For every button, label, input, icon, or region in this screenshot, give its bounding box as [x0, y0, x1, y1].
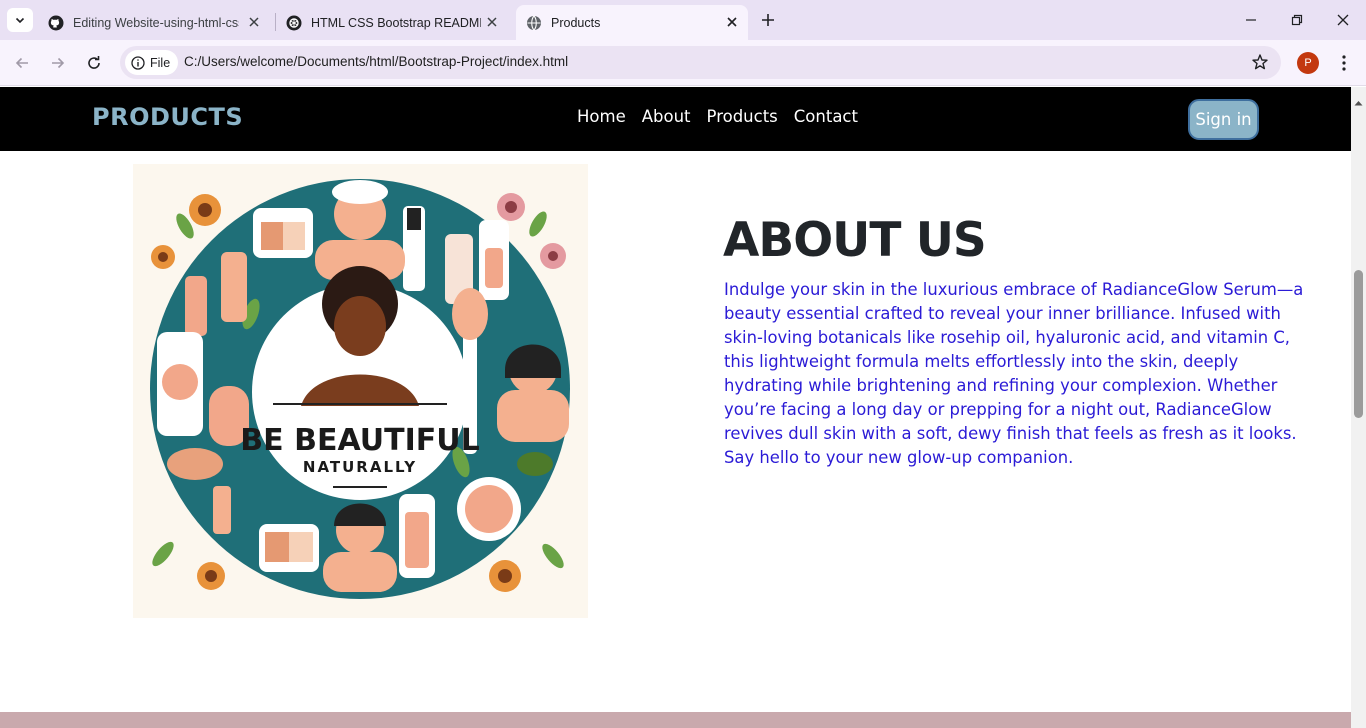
- close-icon[interactable]: [724, 14, 740, 30]
- url-text[interactable]: C:/Users/welcome/Documents/html/Bootstra…: [184, 54, 568, 69]
- info-icon: [131, 55, 145, 70]
- browser-menu-button[interactable]: [1334, 51, 1354, 75]
- forward-button[interactable]: [46, 51, 70, 75]
- reload-button[interactable]: [82, 51, 106, 75]
- tab-readme[interactable]: HTML CSS Bootstrap README: [276, 5, 508, 40]
- globe-icon: [527, 15, 541, 31]
- tab-editing-website[interactable]: Editing Website-using-html-css: [38, 5, 270, 40]
- illustration-subtitle: NATURALLY: [303, 458, 417, 476]
- arrow-right-icon: [52, 57, 65, 69]
- back-button[interactable]: [10, 51, 34, 75]
- about-illustration: BE BEAUTIFUL NATURALLY: [133, 164, 588, 618]
- tab-title: HTML CSS Bootstrap README: [311, 15, 481, 30]
- site-info-label: File: [150, 55, 171, 70]
- nav-link-products[interactable]: Products: [707, 107, 778, 126]
- chevron-down-icon: [15, 17, 25, 24]
- about-heading: ABOUT US: [723, 213, 987, 268]
- tab-title: Editing Website-using-html-css: [73, 15, 239, 30]
- restore-icon: [1291, 14, 1303, 26]
- scrollbar-thumb[interactable]: [1354, 270, 1363, 418]
- footer-section-edge: [0, 712, 1351, 728]
- tab-title: Products: [551, 15, 601, 30]
- beauty-illustration: BE BEAUTIFUL NATURALLY: [150, 179, 570, 599]
- reload-icon: [88, 56, 100, 69]
- more-vert-icon: [1342, 55, 1346, 71]
- restore-button[interactable]: [1282, 8, 1312, 32]
- github-icon: [48, 15, 64, 30]
- close-icon[interactable]: [484, 14, 500, 30]
- close-icon: [1337, 14, 1349, 26]
- nav-links: Home About Products Contact: [577, 107, 874, 126]
- close-icon[interactable]: [246, 14, 262, 30]
- tab-products[interactable]: Products: [516, 5, 748, 40]
- site-navbar: PRODUCTS Home About Products Contact Sig…: [0, 87, 1351, 151]
- arrow-left-icon: [15, 57, 28, 69]
- nav-link-contact[interactable]: Contact: [794, 107, 858, 126]
- address-bar[interactable]: File C:/Users/welcome/Documents/html/Boo…: [120, 46, 1281, 79]
- nav-link-home[interactable]: Home: [577, 107, 626, 126]
- browser-toolbar: File C:/Users/welcome/Documents/html/Boo…: [0, 40, 1366, 86]
- tab-search-button[interactable]: [7, 8, 33, 32]
- page-viewport: PRODUCTS Home About Products Contact Sig…: [0, 87, 1366, 728]
- sign-in-button[interactable]: Sign in: [1188, 99, 1259, 140]
- bookmark-star-icon[interactable]: [1251, 53, 1269, 75]
- scroll-up-arrow-icon[interactable]: [1354, 91, 1363, 110]
- chatgpt-icon: [286, 15, 302, 30]
- nav-link-about[interactable]: About: [642, 107, 691, 126]
- site-brand[interactable]: PRODUCTS: [92, 103, 243, 131]
- profile-avatar[interactable]: P: [1297, 52, 1319, 74]
- minimize-button[interactable]: [1236, 8, 1266, 32]
- site-info-chip[interactable]: File: [125, 50, 179, 75]
- close-window-button[interactable]: [1328, 8, 1358, 32]
- new-tab-button[interactable]: [756, 8, 780, 32]
- plus-icon: [762, 14, 774, 26]
- illustration-title: BE BEAUTIFUL: [240, 423, 479, 458]
- browser-tab-bar: Editing Website-using-html-css HTML CSS …: [0, 0, 1366, 40]
- minimize-icon: [1246, 19, 1256, 21]
- about-description: Indulge your skin in the luxurious embra…: [724, 280, 1304, 467]
